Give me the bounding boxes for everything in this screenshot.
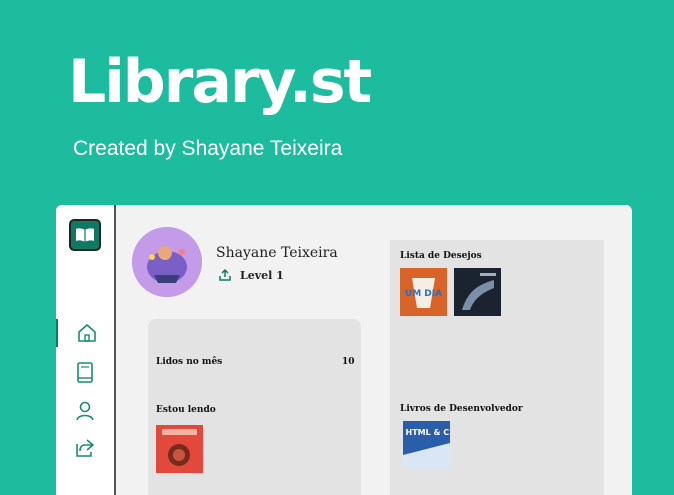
upload-icon [219,268,231,281]
book-icon [77,362,93,383]
reading-label: Estou lendo [156,405,216,415]
level-badge: Level 1 [218,268,284,282]
home-icon [78,324,96,342]
app-title: Library.st [68,47,372,117]
read-month-label: Lidos no mês [156,357,223,367]
sidebar-item-books[interactable] [56,359,114,387]
app-subtitle: Created by Shayane Teixeira [73,137,343,160]
user-name: Shayane Teixeira [216,245,338,261]
sidebar-item-profile[interactable] [56,397,114,425]
sidebar-item-home[interactable] [56,319,116,347]
read-month-value: 10 [342,357,355,367]
wishlist-book-title: UM DIA [405,289,442,299]
sidebar-item-share[interactable] [56,433,114,461]
book-open-icon[interactable] [69,219,101,251]
dev-books-title: Livros de Desenvolvedor [400,404,523,414]
avatar[interactable] [132,227,202,297]
dev-book-cover[interactable]: HTML & CSS [403,421,450,469]
wishlist-title: Lista de Desejos [400,251,482,261]
app-window: Shayane Teixeira Level 1 Lidos no mês 10… [56,205,632,495]
wishlist-book-cover[interactable]: UM DIA [400,268,447,316]
wishlist-book-cover[interactable] [454,268,501,316]
right-panel: Lista de Desejos UM DIA Livros de Desenv… [390,240,604,495]
stats-card: Lidos no mês 10 Estou lendo [148,319,361,495]
user-icon [76,401,94,421]
share-icon [76,439,94,457]
level-label: Level 1 [240,268,284,282]
dev-book-title: HTML & CSS [406,428,450,437]
sidebar [56,205,116,495]
reading-book-cover[interactable] [156,425,203,473]
